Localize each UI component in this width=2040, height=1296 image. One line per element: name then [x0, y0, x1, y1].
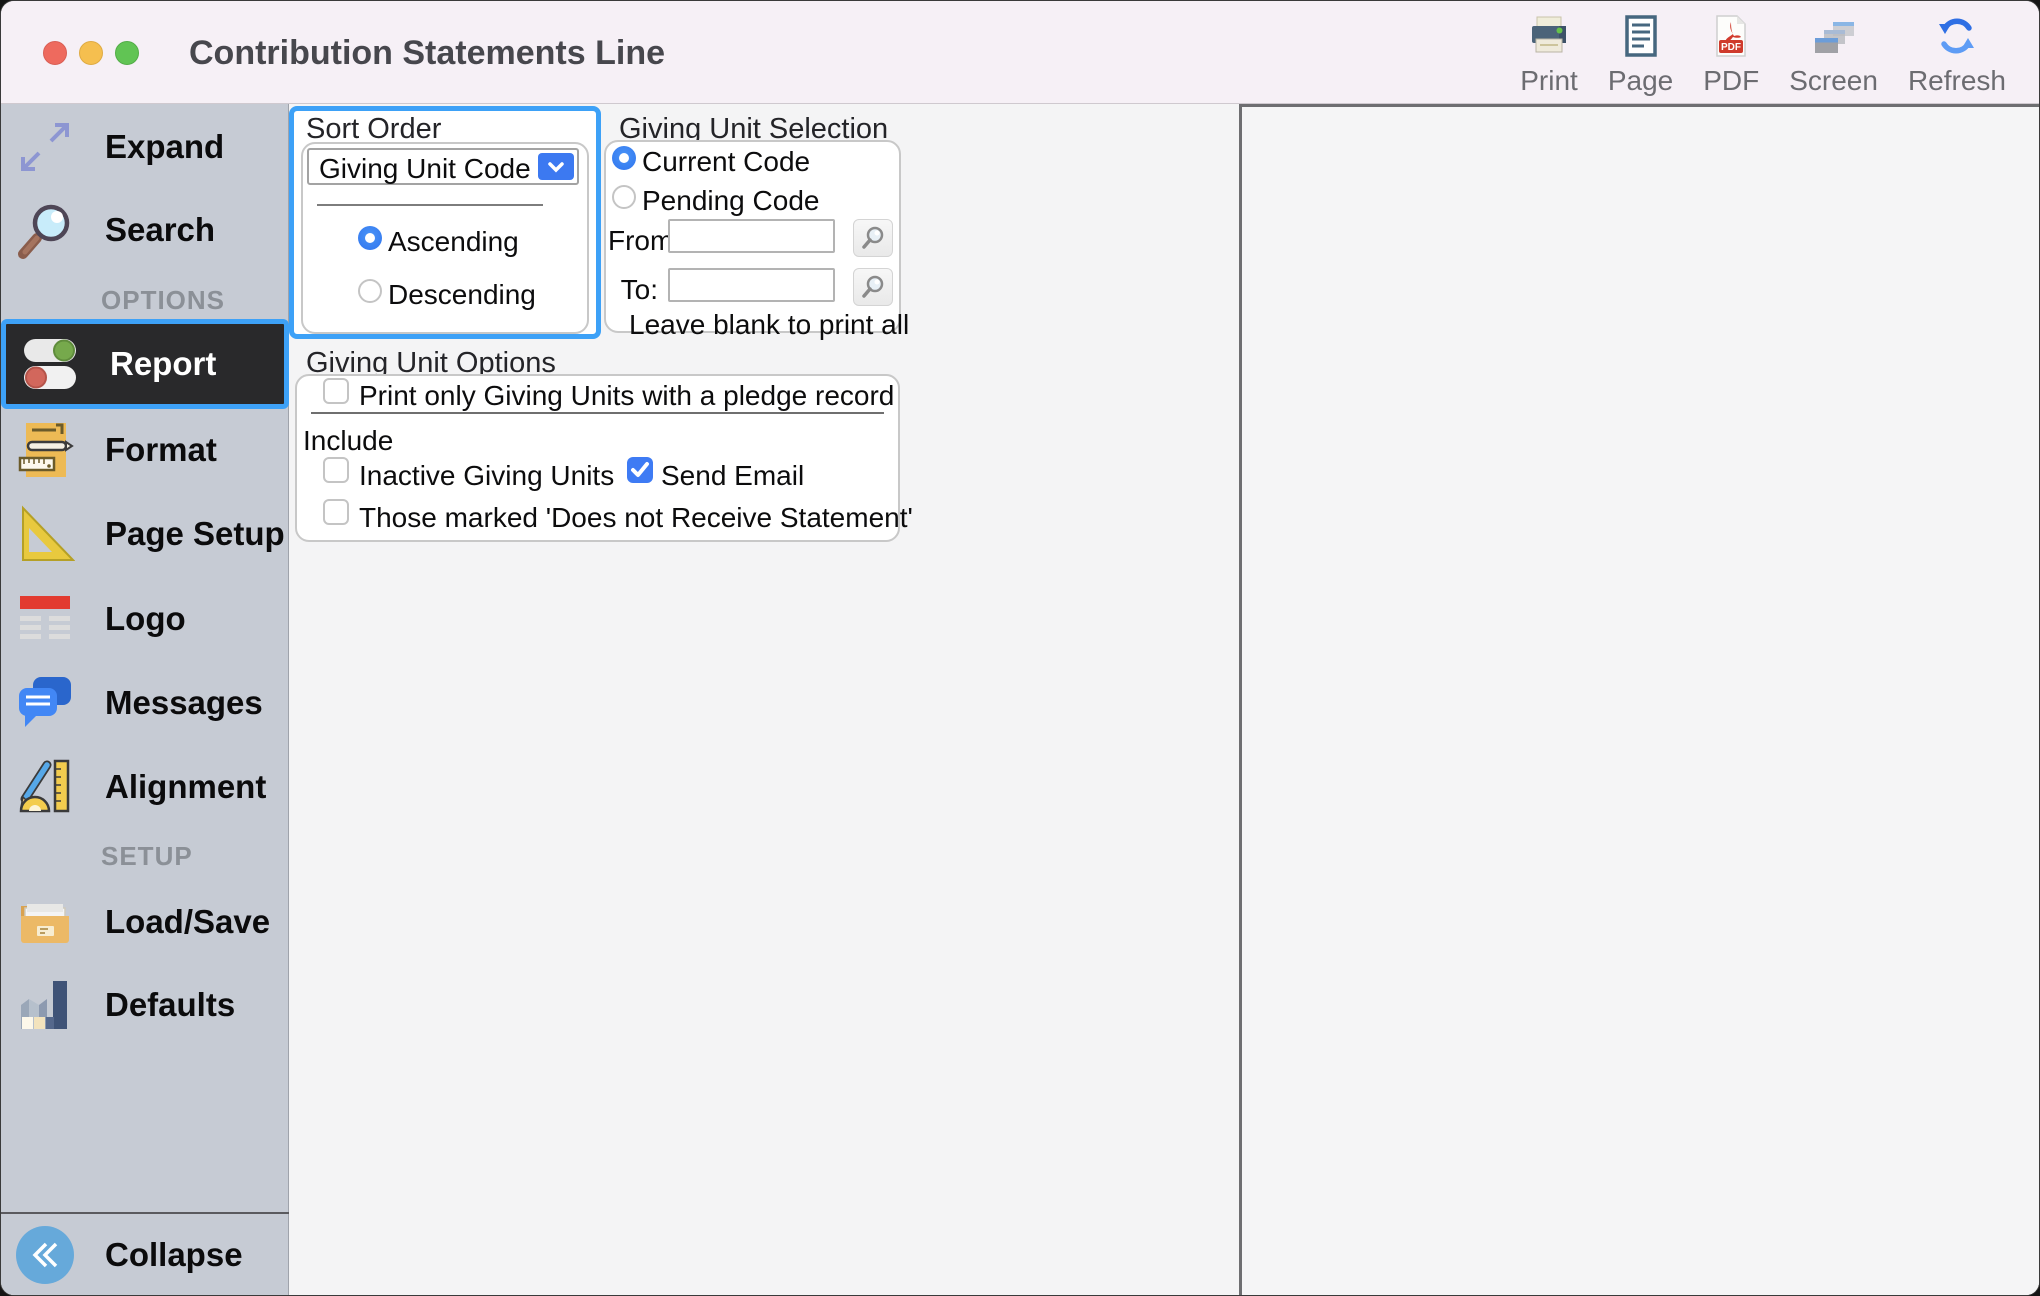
titlebar: Contribution Statements Line Print Page … — [1, 1, 2039, 104]
send-email-label: Send Email — [661, 460, 805, 491]
options-divider — [311, 412, 884, 414]
bar-chart-icon — [13, 973, 77, 1037]
set-square-icon — [13, 502, 77, 566]
sidebar-item-alignment[interactable]: Alignment — [1, 745, 289, 829]
sidebar-item-label: Messages — [105, 684, 263, 721]
chevron-down-icon — [538, 153, 574, 180]
from-search-button[interactable] — [853, 219, 893, 257]
report-preview-pane — [1242, 104, 2039, 1295]
sidebar-item-label: Page Setup — [105, 515, 285, 552]
refresh-button[interactable]: Refresh — [1893, 13, 2021, 97]
sidebar-item-label: Defaults — [105, 986, 236, 1023]
sidebar-item-report[interactable]: Report — [1, 319, 289, 409]
window-title: Contribution Statements Line — [189, 34, 665, 72]
current-code-label: Current Code — [642, 146, 811, 177]
screen-button[interactable]: Screen — [1774, 13, 1893, 97]
sidebar: Expand Search OPTIONS Report Format Page… — [1, 104, 289, 1295]
toolbar-label: Page — [1607, 65, 1674, 96]
descending-radio[interactable] — [358, 279, 382, 303]
sidebar-item-label: Expand — [105, 128, 225, 165]
sidebar-item-search[interactable]: Search — [1, 191, 289, 269]
sidebar-item-label: Search — [105, 211, 216, 248]
drafting-tools-icon — [13, 755, 77, 819]
printer-icon — [1526, 13, 1572, 61]
double-chevron-left-icon — [13, 1223, 77, 1287]
content-pane: Sort Order Giving Unit Code Ascending De… — [289, 104, 2039, 1295]
sidebar-item-load-save[interactable]: Load/Save — [1, 880, 289, 964]
to-label: To: — [620, 274, 658, 305]
app-window: Contribution Statements Line Print Page … — [0, 0, 2040, 1296]
collapse-button[interactable]: Collapse — [1, 1214, 289, 1295]
selection-hint: Leave blank to print all — [629, 309, 910, 340]
inactive-units-label: Inactive Giving Units — [359, 460, 615, 491]
pledge-only-checkbox[interactable] — [323, 378, 349, 404]
to-input[interactable] — [668, 268, 835, 302]
page-icon — [1618, 13, 1664, 61]
refresh-icon — [1933, 13, 1981, 61]
no-statement-label: Those marked 'Does not Receive Statement… — [359, 502, 913, 533]
sidebar-item-label: Load/Save — [105, 903, 271, 940]
logo-placeholder-icon — [13, 587, 77, 651]
toolbar-label: PDF — [1703, 65, 1760, 96]
to-search-button[interactable] — [853, 268, 893, 306]
sidebar-item-page-setup[interactable]: Page Setup — [1, 492, 289, 576]
ascending-label: Ascending — [388, 226, 519, 257]
send-email-checkbox[interactable] — [627, 457, 653, 483]
sidebar-item-messages[interactable]: Messages — [1, 661, 289, 745]
collapse-bar: Collapse — [1, 1212, 289, 1295]
pledge-only-label: Print only Giving Units with a pledge re… — [359, 380, 895, 411]
toolbar-label: Print — [1520, 65, 1578, 96]
print-button[interactable]: Print — [1505, 13, 1593, 97]
inactive-units-checkbox[interactable] — [323, 457, 349, 483]
toggle-switches-icon — [18, 332, 82, 396]
screen-windows-icon — [1809, 13, 1859, 61]
pending-code-radio[interactable] — [612, 185, 636, 209]
magnifier-icon — [13, 198, 77, 262]
pdf-icon: PDF — [1708, 13, 1754, 61]
svg-text:PDF: PDF — [1721, 42, 1741, 53]
pending-code-label: Pending Code — [642, 185, 820, 216]
sidebar-item-logo[interactable]: Logo — [1, 577, 289, 661]
sort-field-dropdown[interactable]: Giving Unit Code — [307, 148, 579, 185]
descending-label: Descending — [388, 279, 536, 310]
sidebar-section-header-options: OPTIONS — [101, 285, 226, 315]
collapse-label: Collapse — [105, 1235, 243, 1273]
from-input[interactable] — [668, 219, 835, 253]
include-label: Include — [303, 425, 394, 456]
format-document-icon — [13, 418, 77, 482]
toolbar-label: Screen — [1789, 65, 1878, 96]
zoom-button[interactable] — [115, 41, 139, 65]
toolbar-label: Refresh — [1907, 65, 2006, 96]
chat-bubbles-icon — [13, 671, 77, 735]
sidebar-item-format[interactable]: Format — [1, 408, 289, 492]
sidebar-item-label: Report — [110, 345, 217, 382]
ascending-radio[interactable] — [358, 226, 382, 250]
sidebar-item-label: Format — [105, 431, 217, 468]
main-area: Expand Search OPTIONS Report Format Page… — [1, 104, 2039, 1295]
sidebar-item-label: Alignment — [105, 768, 267, 805]
from-label: From — [608, 225, 674, 256]
toolbar: Print Page PDF PDF Screen Refresh — [1505, 13, 2021, 97]
page-button[interactable]: Page — [1593, 13, 1688, 97]
current-code-radio[interactable] — [612, 146, 636, 170]
folder-icon — [13, 890, 77, 954]
pdf-button[interactable]: PDF PDF — [1688, 13, 1774, 97]
sidebar-item-defaults[interactable]: Defaults — [1, 963, 289, 1047]
sidebar-section-header-setup: SETUP — [101, 841, 193, 871]
sidebar-item-label: Logo — [105, 600, 186, 637]
no-statement-checkbox[interactable] — [323, 499, 349, 525]
minimize-button[interactable] — [79, 41, 103, 65]
expand-arrows-icon — [13, 115, 77, 179]
close-button[interactable] — [43, 41, 67, 65]
sidebar-item-expand[interactable]: Expand — [1, 108, 289, 186]
dropdown-value: Giving Unit Code — [319, 153, 531, 184]
sort-divider — [317, 204, 543, 206]
